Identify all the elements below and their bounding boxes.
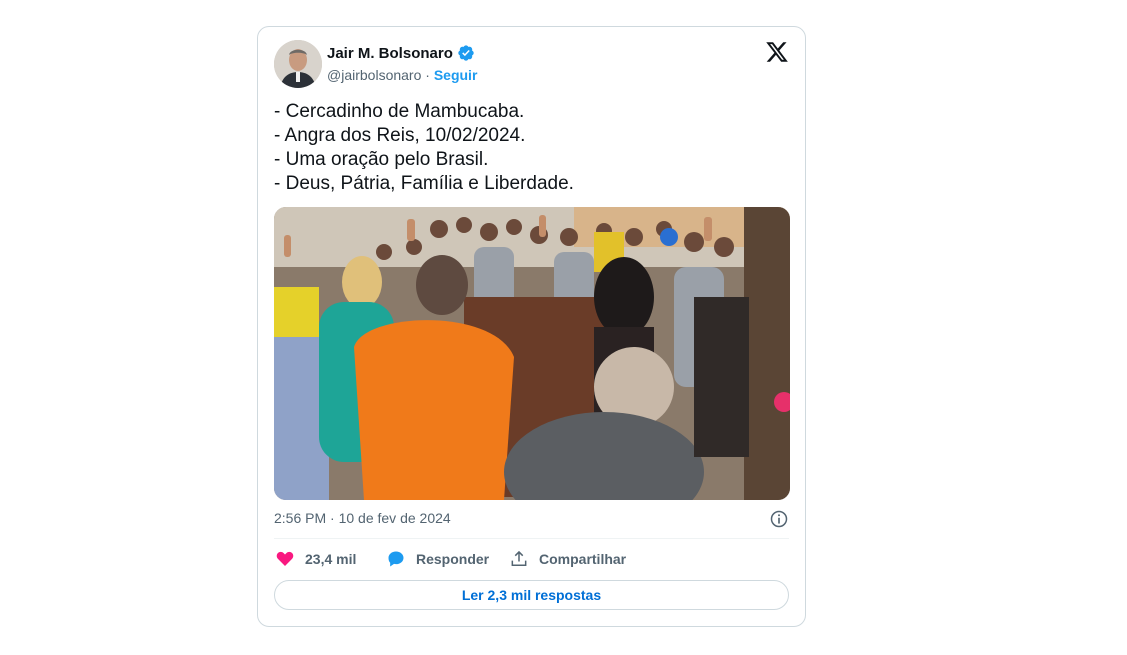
author-name[interactable]: Jair M. Bolsonaro [327, 44, 475, 62]
author-name-text: Jair M. Bolsonaro [327, 44, 453, 62]
tweet-line: - Angra dos Reis, 10/02/2024. [274, 125, 526, 146]
info-icon[interactable] [769, 509, 789, 529]
follow-link[interactable]: Seguir [434, 67, 478, 83]
reply-label: Responder [416, 551, 490, 567]
divider [274, 538, 789, 539]
like-count: 23,4 mil [305, 551, 357, 567]
reply-bubble-icon [388, 551, 404, 567]
tweet-line: - Deus, Pátria, Família e Liberdade. [274, 173, 574, 194]
share-upload-icon [511, 550, 527, 566]
handle-separator: · [425, 67, 430, 83]
read-replies-button[interactable]: Ler 2,3 mil respostas [274, 580, 789, 610]
avatar-photo [274, 40, 322, 88]
tweet-line: - Uma oração pelo Brasil. [274, 149, 489, 170]
tweet-embed-card: Jair M. Bolsonaro @jairbolsonaro · Segui… [257, 26, 806, 627]
heart-icon [276, 551, 294, 566]
x-logo-icon[interactable] [765, 40, 789, 64]
video-frame-image [274, 207, 790, 500]
tweet-text: - Cercadinho de Mambucaba. - Angra dos R… [274, 100, 784, 196]
author-handle[interactable]: @jairbolsonaro [327, 67, 421, 83]
author-handle-line: @jairbolsonaro · Seguir [327, 67, 477, 83]
tweet-video-thumbnail[interactable] [274, 207, 790, 500]
tweet-timestamp[interactable]: 2:56 PM · 10 de fev de 2024 [274, 510, 451, 526]
author-avatar[interactable] [274, 40, 322, 88]
reply-button[interactable]: Responder [386, 547, 489, 571]
like-button[interactable]: 23,4 mil [275, 547, 356, 571]
share-label: Compartilhar [539, 551, 627, 567]
verified-badge-icon [458, 45, 474, 61]
share-button[interactable]: Compartilhar [509, 547, 626, 571]
tweet-line: - Cercadinho de Mambucaba. [274, 101, 525, 122]
